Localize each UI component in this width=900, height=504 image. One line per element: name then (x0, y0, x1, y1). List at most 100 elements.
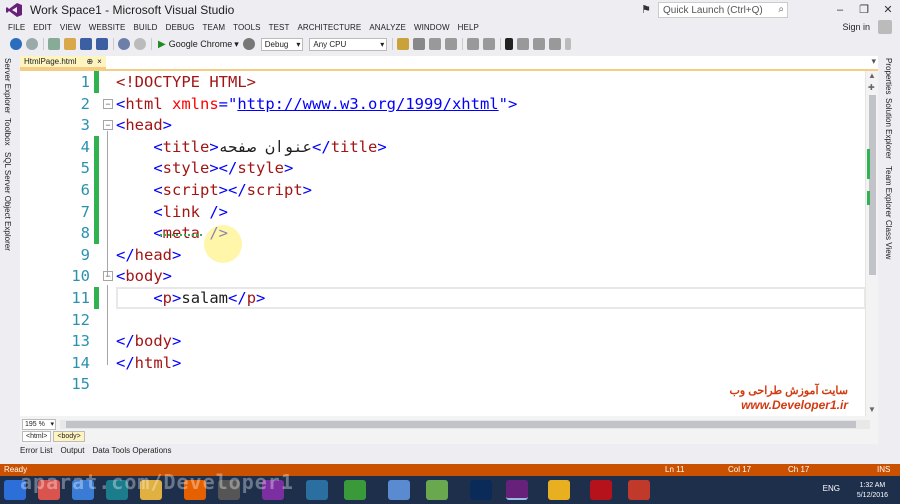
server-explorer-tab[interactable]: Server Explorer (3, 58, 12, 114)
scrollbar-thumb[interactable] (66, 421, 856, 428)
code-line[interactable]: 12 (20, 309, 865, 331)
properties-tab[interactable]: Properties (884, 58, 893, 94)
scrollbar-thumb[interactable] (869, 95, 876, 275)
sql-server-object-explorer-tab[interactable]: SQL Server Object Explorer (3, 152, 12, 251)
code-line[interactable]: 13 </body> (20, 330, 865, 352)
menu-build[interactable]: BUILD (134, 23, 158, 32)
code-line[interactable]: 8 <meta /> (20, 222, 865, 245)
undo-icon[interactable] (118, 38, 130, 50)
close-button[interactable]: ✕ (876, 0, 900, 20)
save-icon[interactable] (80, 38, 92, 50)
restore-button[interactable]: ❐ (852, 0, 876, 20)
code-line[interactable]: 9 </head> (20, 244, 865, 266)
find-icon[interactable] (397, 38, 410, 50)
tab-error-list[interactable]: Error List (20, 446, 52, 458)
next-bookmark-icon[interactable] (533, 38, 546, 50)
refresh-icon[interactable] (242, 38, 255, 50)
redo-icon[interactable] (134, 38, 146, 50)
menu-test[interactable]: TEST (269, 23, 290, 32)
menu-edit[interactable]: EDIT (33, 23, 52, 32)
sign-in-link[interactable]: Sign in (842, 20, 870, 34)
split-icon[interactable]: ✚ (868, 83, 875, 92)
code-line[interactable]: 1 <!DOCTYPE HTML> (20, 71, 865, 93)
prev-bookmark-icon[interactable] (517, 38, 530, 50)
taskbar-app-icon[interactable] (426, 480, 448, 500)
comment-icon[interactable] (467, 38, 480, 50)
taskbar-app-icon[interactable] (306, 480, 328, 500)
menu-view[interactable]: VIEW (60, 23, 81, 32)
menu-file[interactable]: FILE (8, 23, 25, 32)
team-explorer-tab[interactable]: Team Explorer (884, 166, 893, 218)
menu-debug[interactable]: DEBUG (166, 23, 195, 32)
forward-icon[interactable] (26, 38, 38, 50)
open-file-icon[interactable] (64, 38, 76, 50)
code-line[interactable]: 7 <link /> (20, 200, 865, 223)
horizontal-scrollbar[interactable] (60, 420, 870, 429)
close-icon[interactable]: × (97, 57, 102, 66)
code-line[interactable]: 5 <style></style> (20, 157, 865, 180)
back-icon[interactable] (10, 38, 22, 50)
breadcrumb-html[interactable]: <html> (22, 431, 52, 442)
filezilla-icon[interactable] (590, 480, 612, 500)
pin-icon[interactable]: ⊕ (86, 57, 93, 66)
tab-data-tools-operations[interactable]: Data Tools Operations (92, 446, 171, 458)
scroll-down-icon[interactable]: ▼ (868, 405, 876, 414)
breadcrumb-body[interactable]: <body> (53, 431, 85, 442)
outdent-icon[interactable] (445, 38, 458, 50)
code-token: > (302, 181, 313, 199)
photoshop-icon[interactable] (470, 480, 492, 500)
menu-team[interactable]: TEAM (203, 23, 226, 32)
collapse-icon[interactable]: − (103, 271, 113, 282)
notification-flag-icon[interactable]: ⚑ (634, 0, 658, 20)
clear-bookmarks-icon[interactable] (549, 38, 562, 50)
code-line[interactable]: 6 <script></script> (20, 179, 865, 201)
scroll-up-icon[interactable]: ▲ (868, 71, 876, 80)
chrome-icon[interactable] (548, 480, 570, 500)
user-icon[interactable] (878, 20, 892, 34)
document-tab-htmlpage[interactable]: HtmlPage.html ⊕ × (20, 56, 106, 69)
configuration-select[interactable]: Debug (260, 37, 304, 51)
indent-icon[interactable] (429, 38, 442, 50)
vertical-scrollbar[interactable]: ▲ ✚ ▼ (865, 71, 878, 416)
menu-window[interactable]: WINDOW (414, 23, 450, 32)
code-line[interactable]: 14 </html> (20, 352, 865, 374)
code-line[interactable]: 4 <title>عنوان صفحه</title> (20, 135, 865, 158)
solution-explorer-tab[interactable]: Solution Explorer (884, 98, 893, 159)
class-view-tab[interactable]: Class View (884, 220, 893, 259)
bookmark-icon[interactable] (505, 38, 514, 50)
platform-select[interactable]: Any CPU (309, 37, 388, 51)
tab-list-dropdown-icon[interactable]: ▾ (871, 56, 876, 67)
start-debugging-button[interactable]: ▶ Google Chrome ▾ (158, 39, 239, 50)
code-line[interactable]: 3 − <head> (20, 114, 865, 136)
change-indicator (94, 179, 99, 201)
code-editor[interactable]: 1514</html>13</body>1211 <p>salam</p>10−… (20, 71, 866, 416)
save-all-icon[interactable] (96, 38, 108, 50)
menu-website[interactable]: WEBSITE (89, 23, 126, 32)
collapse-icon[interactable]: − (103, 98, 113, 109)
code-line[interactable]: 2 − <html xmlns="http://www.w3.org/1999/xh… (20, 93, 865, 115)
menu-architecture[interactable]: ARCHITECTURE (297, 23, 361, 32)
toolbar-overflow-icon[interactable] (565, 38, 572, 50)
line-number: 14 (71, 353, 90, 372)
quick-launch-input[interactable]: Quick Launch (Ctrl+Q) ⌕ (658, 2, 788, 18)
menu-help[interactable]: HELP (458, 23, 479, 32)
tab-output[interactable]: Output (60, 446, 84, 458)
menu-analyze[interactable]: ANALYZE (369, 23, 406, 32)
zoom-select[interactable]: 195 % (22, 419, 56, 430)
taskbar-app-icon[interactable] (628, 480, 650, 500)
minimize-button[interactable]: – (828, 0, 852, 20)
line-number: 12 (71, 310, 90, 329)
globe-icon[interactable] (344, 480, 366, 500)
system-tray-language[interactable]: ENG (823, 484, 840, 493)
collapse-icon[interactable]: − (103, 120, 113, 131)
toolbox-tab[interactable]: Toolbox (3, 118, 12, 146)
uncomment-icon[interactable] (483, 38, 496, 50)
code-line[interactable]: 10 −<body> (20, 265, 865, 287)
system-clock[interactable]: 1:32 AM 5/12/2016 (857, 481, 888, 501)
menu-tools[interactable]: TOOLS (233, 23, 260, 32)
new-project-icon[interactable] (48, 38, 60, 50)
visual-studio-taskbar-icon[interactable] (506, 480, 528, 500)
taskbar-app-icon[interactable] (388, 480, 410, 500)
solution-config-icon[interactable] (413, 38, 426, 50)
code-line[interactable]: 11 <p>salam</p> (20, 287, 866, 309)
